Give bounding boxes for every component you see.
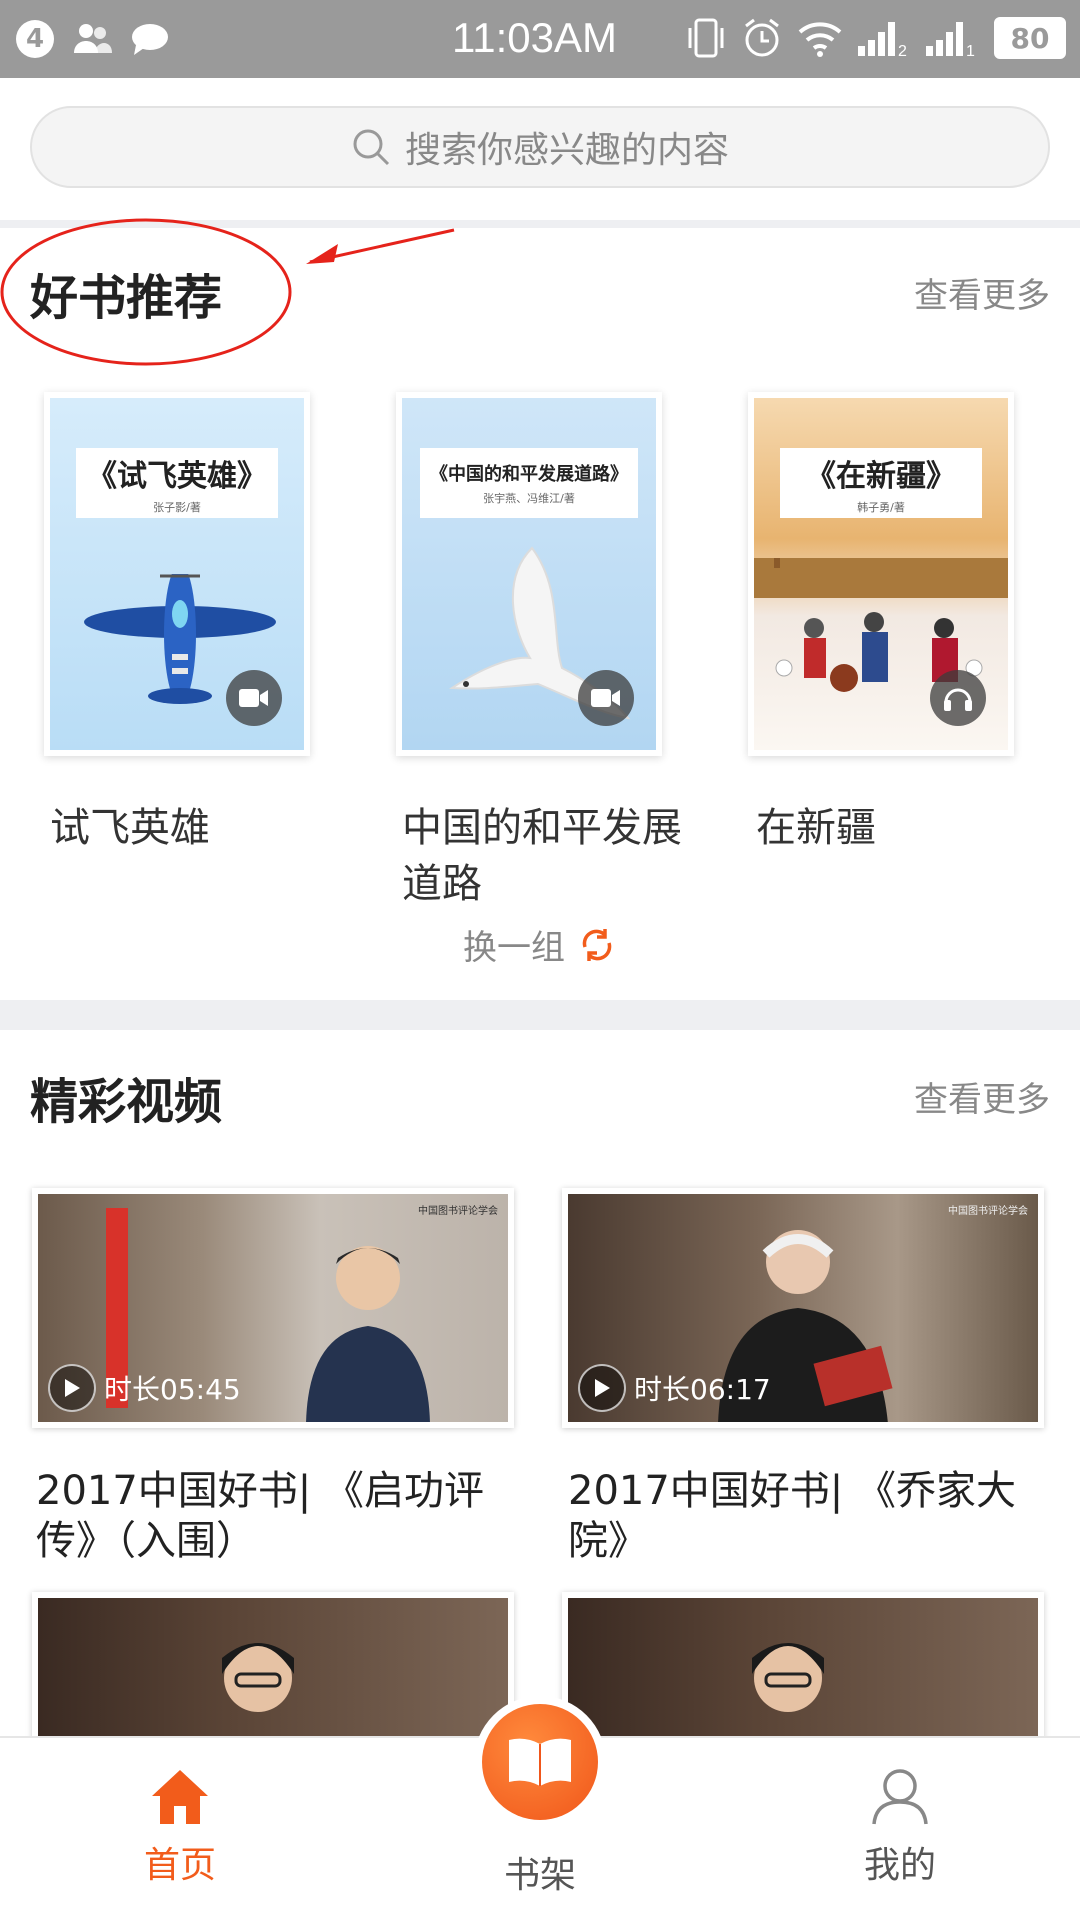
book-cover: 《试飞英雄》 张子影/著 (50, 398, 304, 750)
cover-label: 《在新疆》 韩子勇/著 (780, 448, 982, 518)
video-thumbnail: 中国图书评论学会 时长06:17 (568, 1194, 1038, 1422)
book-card[interactable]: 《中国的和平发展道路》 张宇燕、冯维江/著 (396, 392, 662, 756)
clock: 11:03AM (452, 14, 617, 61)
duration-label: 时长06:17 (634, 1373, 771, 1406)
search-icon (353, 129, 390, 166)
cover-label: 《试飞英雄》 张子影/著 (76, 448, 278, 518)
tab-mine-label: 我的 (863, 1845, 936, 1886)
videos-title: 精彩视频 (30, 1074, 223, 1130)
signal-sim1-icon: 1 (926, 22, 975, 58)
cover-title: 《中国的和平发展道路》 (430, 464, 628, 485)
home-icon (152, 1770, 208, 1824)
book-name[interactable]: 试飞英雄 (50, 800, 320, 856)
book-icon (509, 1738, 571, 1786)
recommend-more-link[interactable]: 查看更多 (914, 268, 1050, 317)
videos-more-link[interactable]: 查看更多 (914, 1072, 1050, 1121)
alarm-icon (745, 18, 779, 57)
video-icon (578, 670, 634, 726)
refresh-label: 换一组 (463, 928, 565, 968)
publisher-logo-text: 中国图书评论学会 (418, 1206, 498, 1217)
play-icon[interactable] (578, 1364, 626, 1412)
vibrate-icon (688, 18, 724, 58)
svg-text:1: 1 (966, 43, 975, 58)
contacts-icon (74, 24, 112, 53)
bookshelf-fab[interactable] (474, 1696, 606, 1828)
search-input[interactable]: 搜索你感兴趣的内容 (30, 106, 1050, 188)
book-name[interactable]: 在新疆 (756, 800, 1026, 856)
cover-label: 《中国的和平发展道路》 张宇燕、冯维江/著 (420, 448, 638, 518)
tab-mine[interactable]: 我的 (800, 1766, 1000, 1888)
presenter-figure (306, 1246, 430, 1422)
video-card[interactable]: 中国图书评论学会 时长05:45 (32, 1188, 514, 1428)
video-thumbnail: 中国图书评论学会 时长05:45 (38, 1194, 508, 1422)
user-icon (872, 1769, 928, 1825)
message-icon (132, 24, 168, 55)
video-duration: 时长06:17 (578, 1364, 771, 1412)
cover-title: 《试飞英雄》 (87, 459, 267, 494)
play-icon[interactable] (48, 1364, 96, 1412)
refresh-button[interactable]: 换一组 (0, 920, 1080, 969)
tab-shelf-label: 书架 (503, 1855, 576, 1896)
status-bar: 4 11:03AM 2 1 80 (0, 0, 1080, 78)
battery-indicator: 80 (994, 17, 1066, 59)
cover-title: 《在新疆》 (806, 459, 956, 494)
notification-count-badge: 4 (16, 20, 54, 58)
tab-home[interactable]: 首页 (80, 1766, 280, 1888)
annotation-circle (0, 218, 455, 366)
video-duration: 时长05:45 (48, 1364, 241, 1412)
book-cover: 《在新疆》 韩子勇/著 (754, 398, 1008, 750)
headphones-icon (930, 670, 986, 726)
video-title[interactable]: 2017中国好书| 《启功评传》（入围） (36, 1466, 526, 1566)
book-card[interactable]: 《试飞英雄》 张子影/著 (44, 392, 310, 756)
book-cover: 《中国的和平发展道路》 张宇燕、冯维江/著 (402, 398, 656, 750)
duration-label: 时长05:45 (104, 1373, 241, 1406)
search-placeholder: 搜索你感兴趣的内容 (404, 130, 729, 171)
video-icon (226, 670, 282, 726)
wifi-icon (798, 22, 842, 57)
publisher-logo-text: 中国图书评论学会 (948, 1206, 1028, 1217)
tab-shelf[interactable]: 书架 (440, 1846, 640, 1898)
video-card[interactable]: 中国图书评论学会 时长06:17 (562, 1188, 1044, 1428)
signal-sim2-icon: 2 (858, 22, 907, 58)
refresh-icon (582, 928, 612, 961)
svg-text:2: 2 (898, 43, 907, 58)
cover-author: 张子影/著 (153, 501, 201, 514)
book-name[interactable]: 中国的和平发展道路 (402, 800, 692, 912)
search-bar-container: 搜索你感兴趣的内容 (0, 78, 1080, 220)
cover-author: 张宇燕、冯维江/著 (483, 492, 575, 505)
cover-author: 韩子勇/著 (857, 501, 905, 514)
book-card[interactable]: 《在新疆》 韩子勇/著 (748, 392, 1014, 756)
video-title[interactable]: 2017中国好书| 《乔家大院》 (568, 1466, 1058, 1566)
section-divider (0, 1000, 1080, 1030)
tab-home-label: 首页 (143, 1845, 216, 1886)
